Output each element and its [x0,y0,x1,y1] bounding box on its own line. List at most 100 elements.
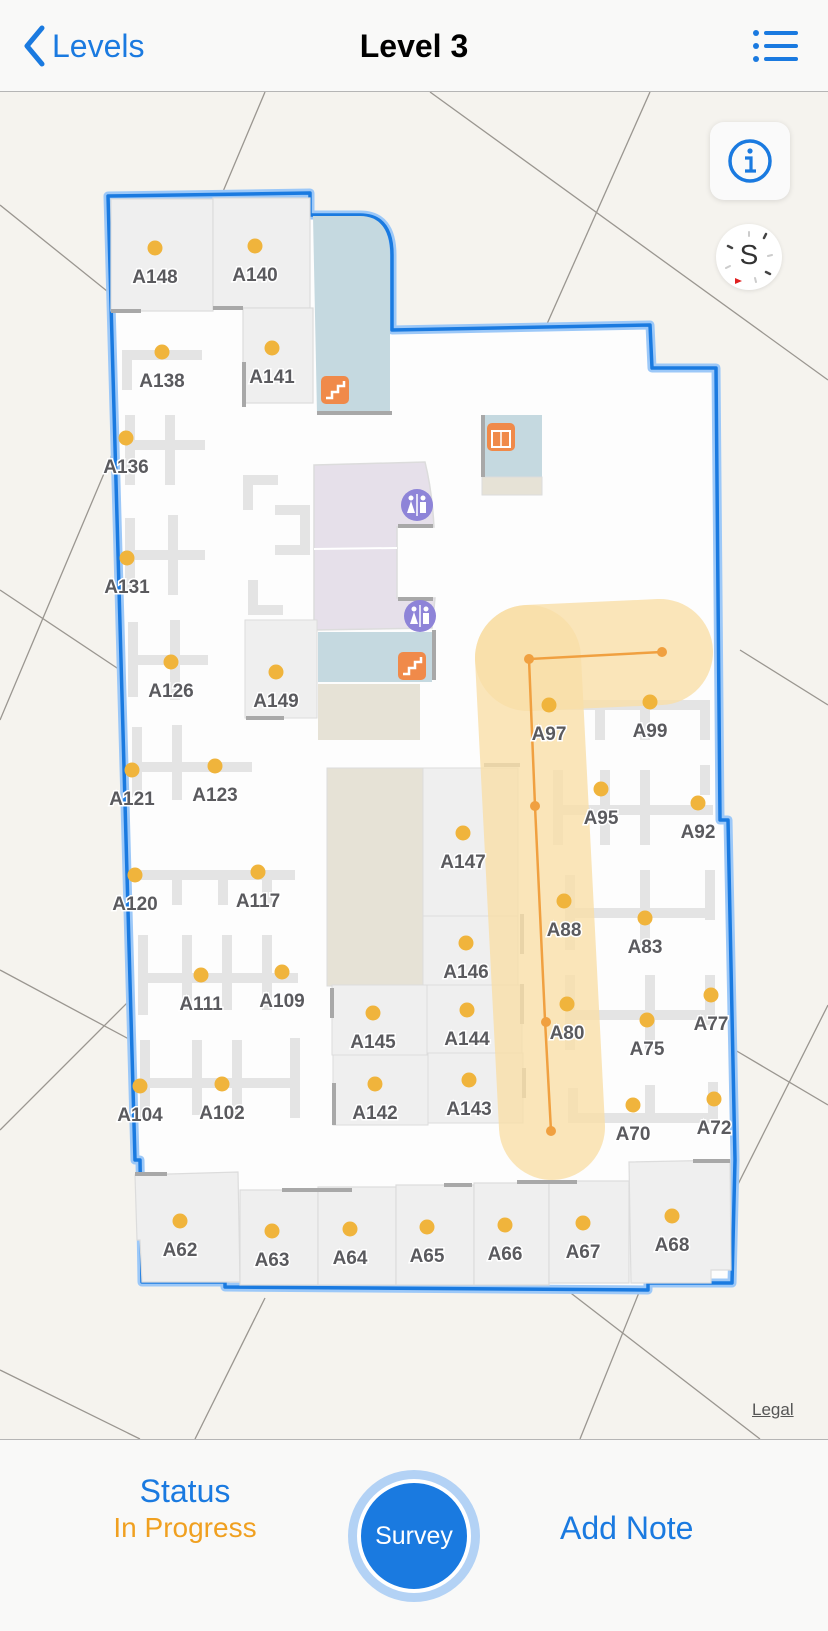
floor-plan: A148 A140 A141 A138 A136 A131 A126 A149 A121 A123… [0,92,828,1439]
room-label: A102 [199,1103,244,1124]
list-button[interactable] [752,28,800,64]
room-label: A83 [628,937,663,958]
room-dot[interactable] [639,1012,655,1028]
bottom-toolbar: Status In Progress Survey Add Note [0,1439,828,1631]
room-dot[interactable] [274,964,290,980]
status-button[interactable]: Status In Progress [90,1472,280,1546]
room-dot[interactable] [247,238,263,254]
room-dot[interactable] [461,1072,477,1088]
room-label: A62 [163,1240,198,1261]
room-dot[interactable] [497,1217,513,1233]
room-label: A80 [550,1023,585,1044]
info-button[interactable] [710,122,790,200]
room-dot[interactable] [264,1223,280,1239]
room-label: A64 [333,1248,368,1269]
room-label: A140 [232,265,277,286]
status-label: Status [139,1473,231,1509]
floor-map[interactable]: A148 A140 A141 A138 A136 A131 A126 A149 A121 A123… [0,92,828,1439]
room-dot[interactable] [154,344,170,360]
room-label: A70 [616,1124,651,1145]
room-label: A66 [488,1244,523,1265]
room-label: A117 [236,891,280,912]
room-dot[interactable] [556,893,572,909]
room-dot[interactable] [690,795,706,811]
room-dot[interactable] [214,1076,230,1092]
room-dot[interactable] [264,340,280,356]
room-dot[interactable] [119,550,135,566]
room-dot[interactable] [706,1091,722,1107]
room-dot[interactable] [118,430,134,446]
room-dot[interactable] [541,697,557,713]
room-label: A143 [446,1099,491,1120]
room-dot[interactable] [367,1076,383,1092]
stairs-icon[interactable] [398,652,426,680]
survey-label: Survey [357,1479,471,1593]
room-dot[interactable] [625,1097,641,1113]
list-icon [753,30,798,62]
room-dot[interactable] [365,1005,381,1021]
room-label: A104 [117,1105,163,1126]
room-label: A138 [139,371,184,392]
room-label: A141 [249,367,295,388]
room-label: A77 [694,1014,729,1035]
room-label: A92 [681,822,716,843]
room-dot[interactable] [419,1219,435,1235]
room-label: A148 [132,267,177,288]
room-label: A123 [192,785,237,806]
room-dot[interactable] [163,654,179,670]
room-label: A109 [259,991,304,1012]
room-dot[interactable] [458,935,474,951]
status-value: In Progress [113,1512,257,1543]
navigation-bar: Levels Level 3 [0,0,828,92]
room-dot[interactable] [637,910,653,926]
room-label: A121 [109,789,155,810]
room-label: A149 [253,691,298,712]
room-dot[interactable] [207,758,223,774]
room-dot[interactable] [455,825,471,841]
room-dot[interactable] [250,864,266,880]
room-label: A75 [630,1039,665,1060]
info-icon [728,139,772,183]
compass-heading: S [739,239,759,270]
legal-link[interactable]: Legal [752,1400,794,1420]
room-dot[interactable] [193,967,209,983]
restroom-icon[interactable] [401,489,433,521]
room-dot[interactable] [132,1078,148,1094]
room-label: A136 [103,457,148,478]
room-dot[interactable] [172,1213,188,1229]
room-label: A68 [655,1235,690,1256]
room-dot[interactable] [593,781,609,797]
compass[interactable]: S [716,224,782,290]
room-dot[interactable] [575,1215,591,1231]
stairs-icon[interactable] [321,376,349,404]
room-label: A65 [410,1246,445,1267]
room-dot[interactable] [127,867,143,883]
room-dot[interactable] [642,694,658,710]
add-note-button[interactable]: Add Note [560,1510,693,1547]
room-dot[interactable] [664,1208,680,1224]
room-dot[interactable] [147,240,163,256]
room-label: A88 [547,920,582,941]
room-label: A63 [255,1250,290,1271]
room-label: A97 [532,724,567,745]
survey-button[interactable]: Survey [348,1470,480,1602]
room-label: A120 [112,894,157,915]
room-dot[interactable] [459,1002,475,1018]
room-dot[interactable] [342,1221,358,1237]
room-label: A67 [566,1242,601,1263]
room-label: A99 [633,721,668,742]
room-label: A144 [444,1029,490,1050]
room-dot[interactable] [559,996,575,1012]
room-label: A72 [697,1118,732,1139]
room-dot[interactable] [124,762,140,778]
room-label: A95 [584,808,619,829]
room-label: A147 [440,852,485,873]
room-label: A142 [352,1103,397,1124]
room-dot[interactable] [703,987,719,1003]
room-label: A126 [148,681,193,702]
elevator-icon[interactable] [487,423,515,451]
room-label: A111 [179,994,223,1015]
restroom-icon[interactable] [404,600,436,632]
room-dot[interactable] [268,664,284,680]
room-label: A146 [443,962,488,983]
